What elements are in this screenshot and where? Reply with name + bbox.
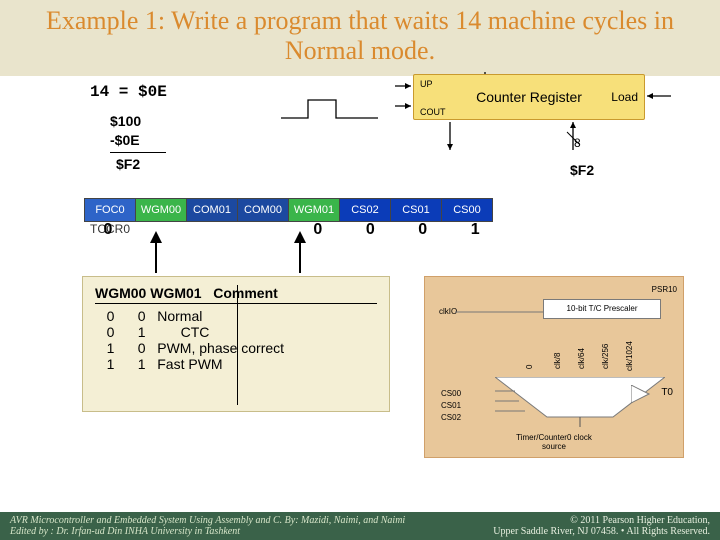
counter-up-port: UP	[420, 79, 433, 89]
sub-result: $F2	[110, 155, 166, 174]
tap-64: clk/64	[577, 348, 586, 369]
sub-a: $100	[110, 112, 166, 131]
prescaler-box: 10-bit T/C Prescaler	[543, 299, 661, 319]
edge-detector-icon	[631, 385, 653, 403]
footer-right: © 2011 Pearson Higher Education, Upper S…	[493, 515, 710, 537]
tccr-com00: COM00	[238, 198, 289, 221]
wgm-mode-table: WGM00 WGM01 Comment 0 0 Normal 0 1 CTC 1…	[82, 276, 390, 412]
arrow-head-wgm01	[294, 231, 306, 243]
prescaler-diagram: PSR10 clkIO 10-bit T/C Prescaler T0 0 cl…	[424, 276, 684, 458]
sub-rule	[110, 152, 166, 153]
cs01: CS01	[441, 401, 461, 410]
footer-book: AVR Microcontroller and Embedded System …	[10, 515, 405, 526]
tap-0: 0	[525, 364, 534, 368]
counter-label: Counter Register	[476, 89, 582, 105]
bit-0: 1	[451, 221, 499, 239]
hex-equation: 14 = $0E	[90, 84, 167, 100]
bit-values-row: 0 0 0 0 1	[84, 221, 499, 239]
tccr-cs02: CS02	[340, 198, 391, 221]
bit-1: 0	[399, 221, 447, 239]
counter-register-box: UP COUT Counter Register Load	[413, 74, 645, 120]
mode-row-1: 0 1 CTC	[95, 324, 377, 340]
mode-table-header: WGM00 WGM01 Comment	[95, 285, 377, 304]
hdr-wgm: WGM00 WGM01	[95, 285, 202, 301]
footer-copyright: © 2011 Pearson Higher Education,	[493, 515, 710, 526]
arrow-head-wgm00	[150, 231, 162, 243]
bit-7: 0	[84, 221, 132, 239]
counter-cout-port: COUT	[420, 107, 446, 117]
mode-row-2: 1 0 PWM, phase correct	[95, 340, 377, 356]
arrow-stem-wgm01	[299, 243, 301, 273]
tap-8: clk/8	[553, 352, 562, 368]
slide-title: Example 1: Write a program that waits 14…	[6, 6, 714, 66]
tccr-wgm01: WGM01	[289, 198, 340, 221]
table-divider	[237, 285, 238, 405]
arrow-stem-wgm00	[155, 243, 157, 273]
tccr-com01: COM01	[187, 198, 238, 221]
tccr-foc0: FOC0	[85, 198, 136, 221]
psr10-label: PSR10	[652, 285, 677, 294]
footer-bar: AVR Microcontroller and Embedded System …	[0, 512, 720, 540]
bit-2: 0	[346, 221, 394, 239]
footer-address: Upper Saddle River, NJ 07458. • All Righ…	[493, 526, 710, 537]
mode-row-0: 0 0 Normal	[95, 308, 377, 324]
tap-256: clk/256	[601, 343, 610, 368]
subtraction-block: $100 -$0E $F2	[110, 112, 166, 174]
tccr-cs00: CS00	[442, 198, 493, 221]
tccr-wgm00: WGM00	[136, 198, 187, 221]
title-band: Example 1: Write a program that waits 14…	[0, 0, 720, 76]
mode-row-3: 1 1 Fast PWM	[95, 356, 377, 372]
footer-left: AVR Microcontroller and Embedded System …	[10, 515, 405, 537]
divide-8-note: 8	[574, 136, 581, 150]
footer-editor: Edited by : Dr. Irfan-ud Din INHA Univer…	[10, 526, 405, 537]
clock-pulse-icon	[280, 96, 380, 126]
sub-b: -$0E	[110, 131, 166, 150]
f2-load-value: $F2	[570, 162, 594, 178]
tccr-cs01: CS01	[391, 198, 442, 221]
tc0-clock-label: Timer/Counter0 clock source	[516, 433, 592, 451]
tap-1024: clk/1024	[625, 341, 634, 371]
hdr-comment: Comment	[213, 285, 278, 301]
clk-wire	[455, 309, 545, 315]
cs00: CS00	[441, 389, 461, 398]
counter-load-port: Load	[611, 90, 638, 104]
cs02: CS02	[441, 413, 461, 422]
